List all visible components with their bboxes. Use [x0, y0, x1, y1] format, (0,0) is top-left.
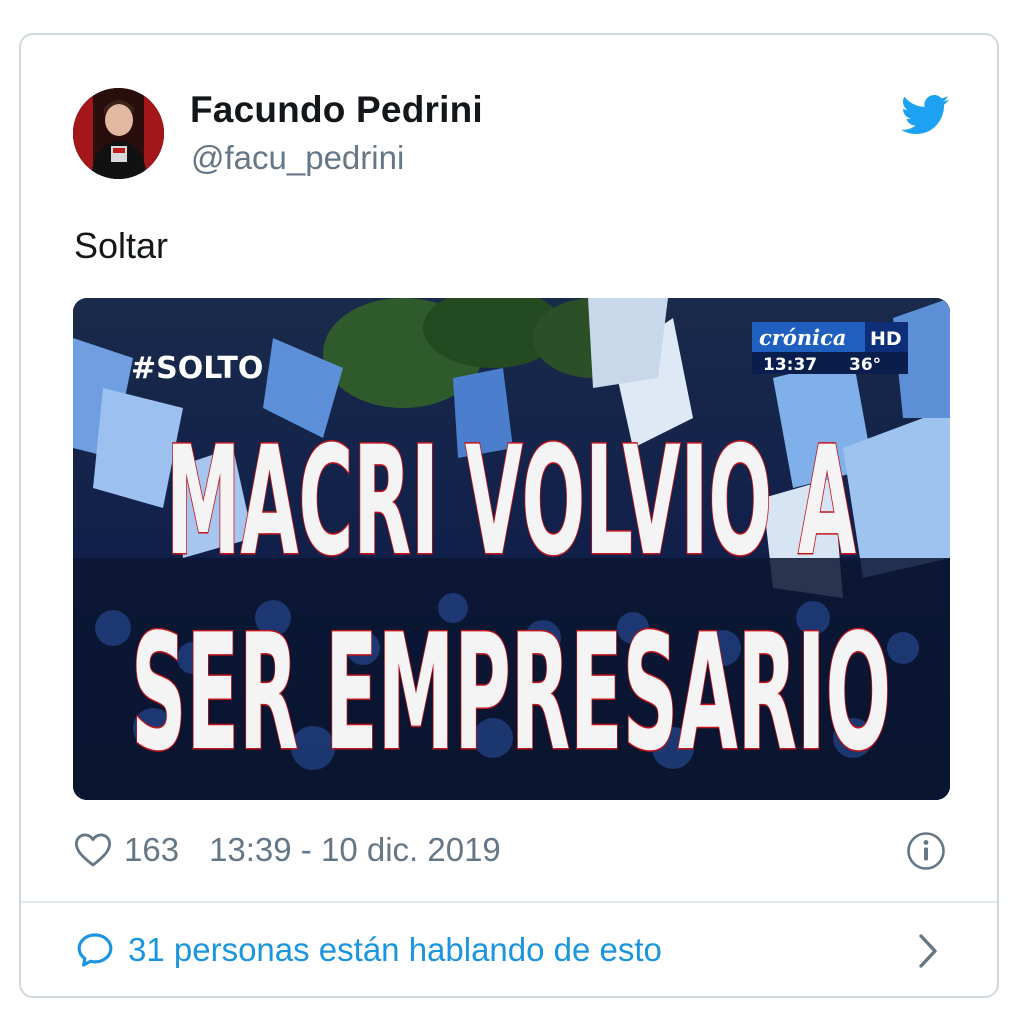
media-hashtag: #SOLTO — [131, 351, 263, 386]
chevron-right-icon[interactable] — [916, 932, 940, 970]
channel-temperature: 36° — [849, 355, 881, 375]
conversation-link[interactable]: 31 personas están hablando de esto — [76, 931, 662, 969]
divider — [21, 901, 997, 903]
tweet-card[interactable]: Facundo Pedrini @facu_pedrini Soltar #SO… — [19, 33, 999, 998]
like-count[interactable]: 163 — [124, 831, 179, 869]
author-handle[interactable]: @facu_pedrini — [191, 139, 404, 177]
twitter-bird-icon[interactable] — [901, 95, 949, 135]
conversation-text[interactable]: 31 personas están hablando de esto — [128, 931, 662, 969]
media-image: #SOLTO crónica HD 13:37 36° MACRI VOLVIO… — [73, 298, 950, 800]
channel-clock: 13:37 — [763, 355, 817, 375]
tweet-timestamp[interactable]: 13:39 - 10 dic. 2019 — [209, 831, 501, 869]
channel-hd: HD — [870, 328, 902, 350]
avatar[interactable] — [73, 88, 164, 179]
tweet-media[interactable]: #SOLTO crónica HD 13:37 36° MACRI VOLVIO… — [73, 298, 950, 800]
tweet-meta: 163 13:39 - 10 dic. 2019 — [74, 830, 501, 870]
channel-bug: crónica HD 13:37 36° — [752, 322, 908, 375]
headline-line-1: MACRI VOLVIO A — [166, 415, 856, 589]
avatar-image — [73, 88, 164, 179]
speech-bubble-icon — [77, 933, 113, 967]
channel-logo: crónica — [759, 325, 847, 350]
tweet-text: Soltar — [74, 225, 169, 266]
info-icon[interactable] — [906, 831, 946, 871]
heart-icon[interactable] — [74, 832, 112, 868]
author-name[interactable]: Facundo Pedrini — [190, 89, 483, 131]
headline-line-2: SER EMPRESARIO — [131, 599, 891, 786]
